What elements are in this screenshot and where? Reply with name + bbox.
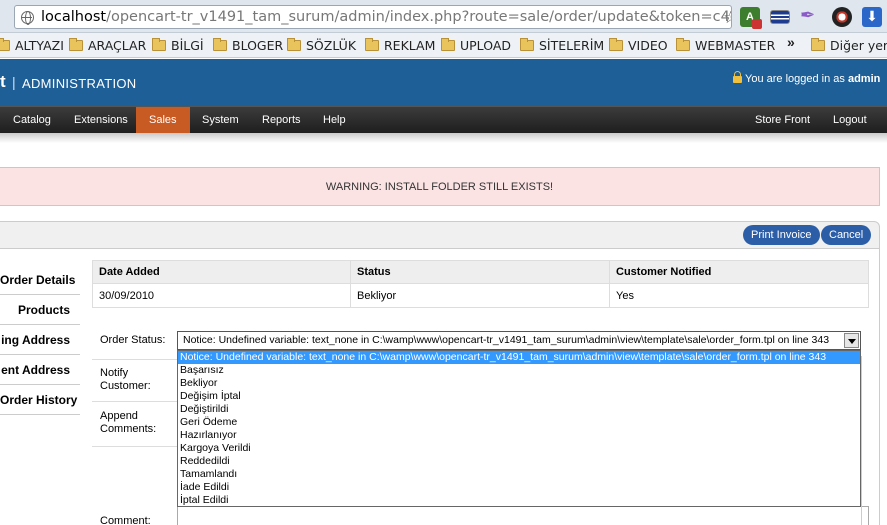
cell-status: Bekliyor	[350, 283, 610, 308]
order-history-table: Date Added Status Customer Notified 30/0…	[92, 260, 869, 308]
address-bar[interactable]: localhost/opencart-tr_v1491_tam_surum/ad…	[14, 5, 732, 29]
dropdown-option[interactable]: Bekliyor	[178, 377, 860, 390]
bookmarks-bar: ALTYAZI ARAÇLAR BİLGİ BLOGER SÖZLÜK REKL…	[0, 33, 887, 58]
right-border	[861, 356, 869, 525]
folder-icon	[152, 38, 166, 51]
url-text[interactable]: localhost/opencart-tr_v1491_tam_surum/ad…	[41, 9, 731, 25]
tab-order-history[interactable]: Order History	[0, 385, 80, 415]
folder-icon	[811, 38, 825, 51]
logo-separator: |	[12, 74, 16, 90]
order-status-select[interactable]: Notice: Undefined variable: text_none in…	[177, 331, 861, 350]
folder-icon	[287, 38, 301, 51]
bookmark-video[interactable]: VIDEO	[609, 38, 668, 53]
menu-sales[interactable]: Sales	[136, 107, 190, 134]
tab-products[interactable]: Products	[0, 295, 80, 325]
admin-title: ADMINISTRATION	[22, 76, 137, 91]
dropdown-option[interactable]: Tamamlandı	[178, 468, 860, 481]
comment-label: Comment:	[100, 515, 151, 525]
dropdown-option[interactable]: Geri Ödeme	[178, 416, 860, 429]
bookmark-araclar[interactable]: ARAÇLAR	[69, 38, 146, 53]
dropdown-option[interactable]: Değiştirildi	[178, 403, 860, 416]
append-label-line-1: Append	[100, 410, 138, 422]
dropdown-option[interactable]: Başarısız	[178, 364, 860, 377]
menu-help[interactable]: Help	[310, 107, 359, 134]
browser-toolbar: localhost/opencart-tr_v1491_tam_surum/ad…	[0, 0, 887, 33]
folder-icon	[520, 38, 534, 51]
table-row: 30/09/2010 Bekliyor Yes	[92, 283, 869, 308]
install-warning: WARNING: INSTALL FOLDER STILL EXISTS!	[0, 167, 880, 206]
cancel-button[interactable]: Cancel	[821, 225, 872, 245]
notify-label-line-2: Customer:	[100, 380, 151, 392]
bookmark-webmaster[interactable]: WEBMASTER	[676, 38, 775, 53]
table-header-row: Date Added Status Customer Notified	[92, 260, 869, 284]
cell-date-added: 30/09/2010	[92, 283, 351, 308]
bookmark-bilgi[interactable]: BİLGİ	[152, 38, 204, 53]
order-status-label: Order Status:	[100, 334, 166, 346]
compass-extension-icon[interactable]	[832, 7, 852, 27]
nav-shadow	[0, 133, 887, 143]
order-status-selected-value: Notice: Undefined variable: text_none in…	[183, 334, 830, 346]
dropdown-option[interactable]: Hazırlanıyor	[178, 429, 860, 442]
bookmark-altyazi[interactable]: ALTYAZI	[0, 38, 64, 53]
menu-catalog[interactable]: Catalog	[0, 107, 64, 134]
main-menu: Catalog Extensions Sales System Reports …	[0, 106, 887, 134]
bookmark-sitelerim[interactable]: SİTELERİM	[520, 38, 604, 53]
bookmark-sozluk[interactable]: SÖZLÜK	[287, 38, 356, 53]
chevron-down-icon[interactable]	[844, 333, 859, 348]
column-header-customer-notified: Customer Notified	[609, 260, 869, 284]
order-status-dropdown: Notice: Undefined variable: text_none in…	[177, 350, 861, 507]
tab-order-details[interactable]: Order Details	[0, 265, 80, 295]
dropdown-option[interactable]: Değişim İptal	[178, 390, 860, 403]
admin-header: t | ADMINISTRATION You are logged in as …	[0, 59, 887, 106]
folder-icon	[69, 38, 83, 51]
column-header-status: Status	[350, 260, 610, 284]
menu-reports[interactable]: Reports	[249, 107, 314, 134]
dropdown-option[interactable]: Reddedildi	[178, 455, 860, 468]
bookmark-star-icon[interactable]: ☆	[723, 8, 731, 28]
logged-in-status: You are logged in as admin	[733, 71, 880, 85]
feather-extension-icon[interactable]: ✒	[800, 5, 815, 25]
dropdown-option[interactable]: Notice: Undefined variable: text_none in…	[178, 351, 860, 364]
other-bookmarks[interactable]: Diğer yer i	[811, 38, 887, 53]
append-label-line-2: Comments:	[100, 423, 157, 435]
tab-shipping-address[interactable]: ing Address	[0, 325, 80, 355]
flag-extension-icon[interactable]	[770, 10, 790, 24]
folder-icon	[0, 38, 10, 51]
menu-system[interactable]: System	[189, 107, 252, 134]
menu-extensions[interactable]: Extensions	[61, 107, 141, 134]
dropdown-option[interactable]: İade Edildi	[178, 481, 860, 494]
folder-icon	[441, 38, 455, 51]
download-extension-icon[interactable]: ⬇	[862, 7, 882, 27]
form-divider	[92, 446, 177, 447]
folder-icon	[676, 38, 690, 51]
translate-extension-icon[interactable]: A	[740, 7, 762, 29]
comment-textarea[interactable]	[177, 506, 869, 525]
notify-label-line-1: Notify	[100, 367, 129, 379]
globe-icon	[21, 11, 34, 25]
folder-icon	[609, 38, 623, 51]
bookmark-upload[interactable]: UPLOAD	[441, 38, 511, 53]
bookmarks-overflow-button[interactable]: »	[787, 34, 795, 50]
cell-customer-notified: Yes	[609, 283, 869, 308]
bookmark-bloger[interactable]: BLOGER	[213, 38, 283, 53]
lock-icon	[733, 71, 742, 83]
form-divider	[92, 401, 177, 402]
bookmark-reklam[interactable]: REKLAM	[365, 38, 435, 53]
dropdown-option[interactable]: İptal Edildi	[178, 494, 860, 507]
folder-icon	[213, 38, 227, 51]
menu-logout[interactable]: Logout	[820, 107, 880, 134]
folder-icon	[365, 38, 379, 51]
tab-payment-address[interactable]: ent Address	[0, 355, 80, 385]
print-invoice-button[interactable]: Print Invoice	[743, 225, 820, 245]
menu-store-front[interactable]: Store Front	[742, 107, 823, 134]
dropdown-option[interactable]: Kargoya Verildi	[178, 442, 860, 455]
form-divider	[92, 359, 177, 360]
column-header-date-added: Date Added	[92, 260, 351, 284]
logo: t	[0, 72, 6, 91]
